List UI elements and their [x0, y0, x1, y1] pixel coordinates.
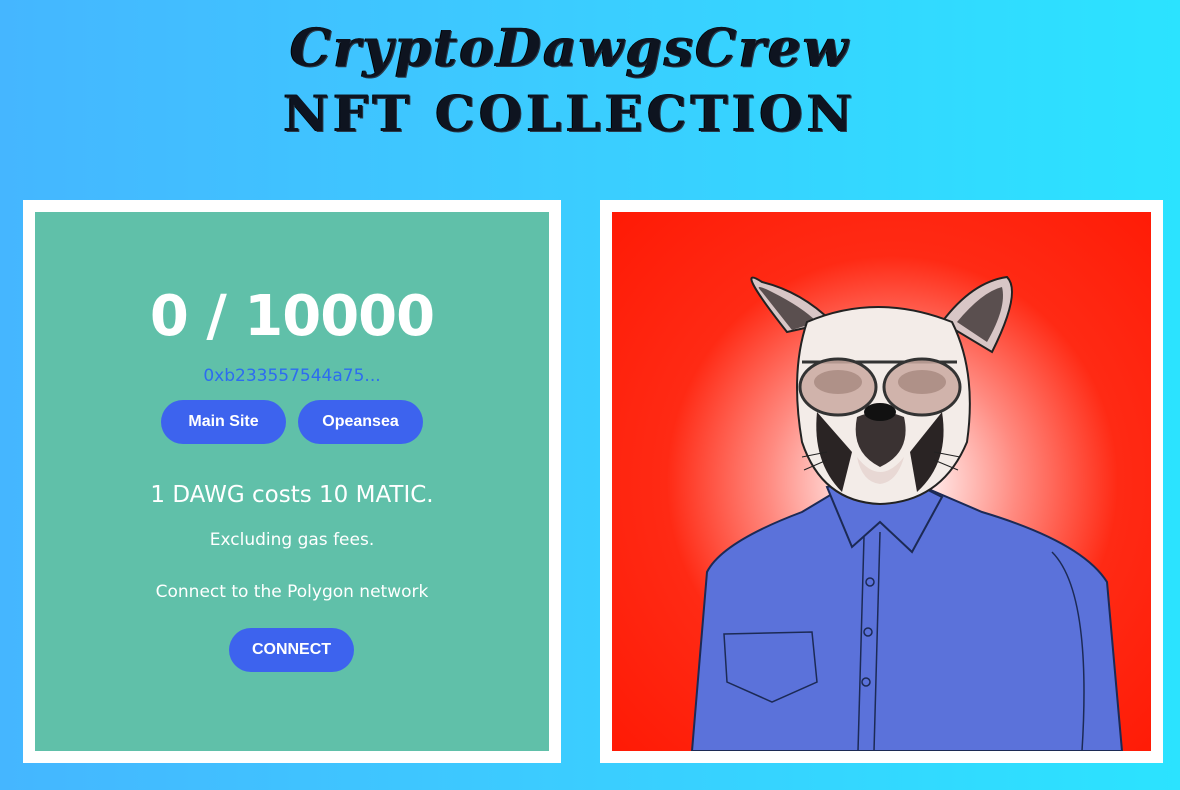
title-line-2: NFT COLLECTION: [283, 84, 857, 143]
mint-panel-inner: 0 / 10000 0xb233557544a75... Main Site O…: [35, 212, 549, 751]
title-line-1: CryptoDawgsCrew: [290, 18, 850, 79]
main-site-button[interactable]: Main Site: [161, 400, 286, 444]
connect-button[interactable]: CONNECT: [229, 628, 354, 672]
nose: [864, 403, 896, 421]
cost-text: 1 DAWG costs 10 MATIC.: [150, 482, 434, 508]
bulldog-illustration: [690, 275, 1124, 751]
mint-counter: 0 / 10000: [149, 284, 435, 349]
mint-panel: 0 / 10000 0xb233557544a75... Main Site O…: [23, 200, 561, 763]
lens-reflection-left: [814, 370, 862, 394]
contract-address-link[interactable]: 0xb233557544a75...: [35, 366, 549, 386]
network-text: Connect to the Polygon network: [155, 582, 429, 602]
nft-preview-frame: [600, 200, 1163, 763]
gas-fees-text: Excluding gas fees.: [209, 530, 375, 550]
lens-reflection-right: [898, 370, 946, 394]
nft-preview-image: [612, 212, 1151, 751]
opensea-button[interactable]: Opeansea: [298, 400, 423, 444]
